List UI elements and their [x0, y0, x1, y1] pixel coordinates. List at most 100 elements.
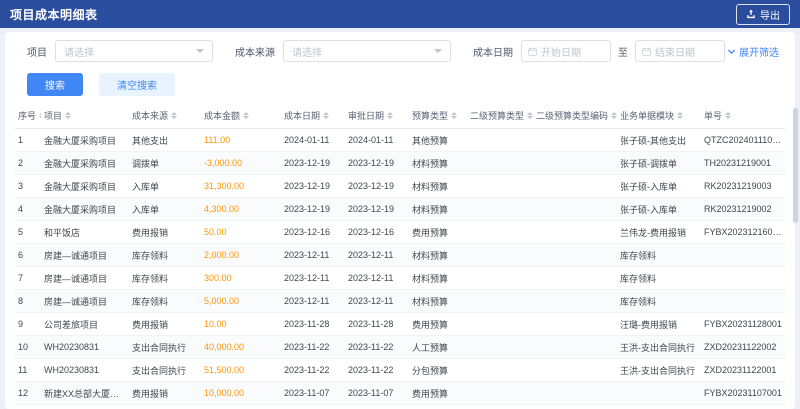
- cell: [467, 358, 533, 382]
- cell: 2023-11-28: [281, 312, 345, 336]
- cell: [467, 128, 533, 152]
- sort-icon[interactable]: [65, 112, 72, 119]
- sort-icon[interactable]: [39, 112, 41, 119]
- cell: [467, 335, 533, 359]
- table-row[interactable]: 5 和平饭店 费用报销 50.00 2023-12-16 2023-12-16 费用预算 兰伟…: [15, 220, 785, 244]
- cell: 新建XX总部大厦工程二期: [41, 381, 129, 405]
- column-header[interactable]: 项目: [41, 103, 129, 129]
- cell: 2023-11-07: [345, 381, 409, 405]
- chevron-down-icon: [196, 49, 204, 53]
- sort-icon[interactable]: [527, 112, 533, 119]
- table-row[interactable]: 3 金融大厦采购项目 入库单 31,300.00 2023-12-19 2023-12-1…: [15, 174, 785, 198]
- cell: [533, 358, 617, 382]
- cell: 2023-12-11: [345, 266, 409, 290]
- expand-filters-link[interactable]: 展开筛选: [727, 44, 779, 59]
- cell: 库存领料: [617, 266, 701, 290]
- cost-table: 序号 项目 成本来源 成本金额 成本日期 审批日期 预算类型 二级预算类型 二级预算类型编码 业务…: [15, 103, 785, 409]
- cell: 王洪-支出合同执行: [617, 358, 701, 382]
- source-select-placeholder: 请选择: [292, 47, 322, 59]
- sort-icon[interactable]: [725, 112, 732, 119]
- table-row[interactable]: 7 房建—诚通项目 库存领料 300.00 2023-12-11 2023-12-11 材料…: [15, 266, 785, 290]
- end-date-input[interactable]: 结束日期: [635, 40, 725, 62]
- cell: QTZC20240111001: [701, 128, 785, 152]
- export-button[interactable]: 导出: [736, 3, 790, 25]
- start-date-input[interactable]: 开始日期: [521, 40, 611, 62]
- sort-icon[interactable]: [171, 112, 178, 119]
- cell: 100,000,000.00: [201, 404, 281, 409]
- cell: 2: [15, 151, 41, 175]
- cost-source-select[interactable]: 请选择: [283, 40, 451, 62]
- cell: [533, 266, 617, 290]
- cell: 2023-12-19: [281, 174, 345, 198]
- filter-bar: 项目 请选择 成本来源 请选择 成本日期 开始日期 至 结束日期 展开筛选: [15, 38, 785, 64]
- column-header[interactable]: 审批日期: [345, 103, 409, 129]
- column-header[interactable]: 成本日期: [281, 103, 345, 129]
- table-row[interactable]: 13给付预算项目其他支出100,000,000.002023-10-272023…: [15, 404, 785, 409]
- cell: ZXD20231122001: [701, 358, 785, 382]
- column-header[interactable]: 序号: [15, 103, 41, 129]
- cell: 支出合同执行: [129, 358, 201, 382]
- cell: 2024-01-11: [281, 128, 345, 152]
- cell: 材料预算: [409, 174, 467, 198]
- cell: 2023-12-19: [345, 174, 409, 198]
- clear-search-button[interactable]: 清空搜索: [99, 73, 175, 96]
- project-select[interactable]: 请选择: [55, 40, 213, 62]
- calendar-icon: [642, 47, 651, 56]
- cell: 材料预算: [409, 151, 467, 175]
- cell: [533, 197, 617, 221]
- table-row[interactable]: 2 金融大厦采购项目 调拨单 -3,000.00 2023-12-19 2023-12-1…: [15, 151, 785, 175]
- scrollbar-thumb[interactable]: [793, 108, 798, 223]
- cell: 金融大厦采购项目: [41, 151, 129, 175]
- cell: [467, 220, 533, 244]
- table-row[interactable]: 1 金融大厦采购项目 其他支出 111.00 2024-01-11 2024-01-11 其…: [15, 128, 785, 152]
- cell: 2023-12-19: [345, 197, 409, 221]
- cell: 费用预算: [409, 220, 467, 244]
- filter-group-source: 成本来源 请选择: [235, 40, 451, 62]
- column-header[interactable]: 成本金额: [201, 103, 281, 129]
- sort-icon[interactable]: [451, 112, 458, 119]
- sort-icon[interactable]: [243, 112, 250, 119]
- cell: 调拨单: [129, 151, 201, 175]
- cell: 8: [15, 289, 41, 313]
- project-select-placeholder: 请选择: [64, 47, 94, 59]
- cell: [533, 404, 617, 409]
- column-header[interactable]: 业务单据模块: [617, 103, 701, 129]
- filter-group-date: 成本日期 开始日期 至 结束日期: [473, 40, 725, 62]
- calendar-icon: [528, 47, 537, 56]
- column-header[interactable]: 二级预算类型编码: [533, 103, 617, 129]
- table-row[interactable]: 12新建XX总部大厦工程二期费用报销10,000.002023-11-07202…: [15, 381, 785, 405]
- cell: [467, 266, 533, 290]
- cell: FYBX20231107001: [701, 381, 785, 405]
- end-date-placeholder: 结束日期: [655, 47, 695, 59]
- cell: 2023-12-19: [281, 197, 345, 221]
- cell: [701, 289, 785, 313]
- cell: [467, 151, 533, 175]
- cell: 11: [15, 358, 41, 382]
- table-row[interactable]: 8 房建—诚通项目 库存领料 5,000.00 2023-12-11 2023-12-11…: [15, 289, 785, 313]
- sort-icon[interactable]: [323, 112, 330, 119]
- table-row[interactable]: 4 金融大厦采购项目 入库单 4,300.00 2023-12-19 2023-12-19…: [15, 197, 785, 221]
- column-header[interactable]: 预算类型: [409, 103, 467, 129]
- cell: [533, 151, 617, 175]
- column-header[interactable]: 单号: [701, 103, 785, 129]
- chevron-down-icon: [727, 47, 736, 56]
- table-row[interactable]: 10 WH20230831 支出合同执行 40,000.00 2023-11-22 202…: [15, 335, 785, 359]
- column-header[interactable]: 成本来源: [129, 103, 201, 129]
- table-row[interactable]: 11 WH20230831 支出合同执行 51,500.00 2023-11-22 202…: [15, 358, 785, 382]
- page: 项目成本明细表 导出 项目 请选择 成本来源 请选择 成本日期 开始日期 至 结…: [0, 0, 800, 409]
- cell: [617, 381, 701, 405]
- page-title: 项目成本明细表: [10, 7, 98, 22]
- table-row[interactable]: 6 房建—诚通项目 库存领料 2,000.00 2023-12-11 2023-12-11…: [15, 243, 785, 267]
- source-filter-label: 成本来源: [235, 47, 275, 59]
- cell: 2023-12-11: [281, 266, 345, 290]
- column-header[interactable]: 二级预算类型: [467, 103, 533, 129]
- sort-icon[interactable]: [387, 112, 394, 119]
- sort-icon[interactable]: [677, 112, 684, 119]
- table-header: 序号 项目 成本来源 成本金额 成本日期 审批日期 预算类型 二级预算类型 二级预算类型编码 业务…: [15, 103, 785, 129]
- sort-icon[interactable]: [611, 112, 617, 119]
- cell: 2023-12-11: [345, 289, 409, 313]
- cell: 2023-12-16: [281, 220, 345, 244]
- cell: 人工预算: [409, 335, 467, 359]
- table-row[interactable]: 9 公司差旅项目 费用报销 10.00 2023-11-28 2023-11-28 费用预算…: [15, 312, 785, 336]
- search-button[interactable]: 搜索: [27, 73, 83, 96]
